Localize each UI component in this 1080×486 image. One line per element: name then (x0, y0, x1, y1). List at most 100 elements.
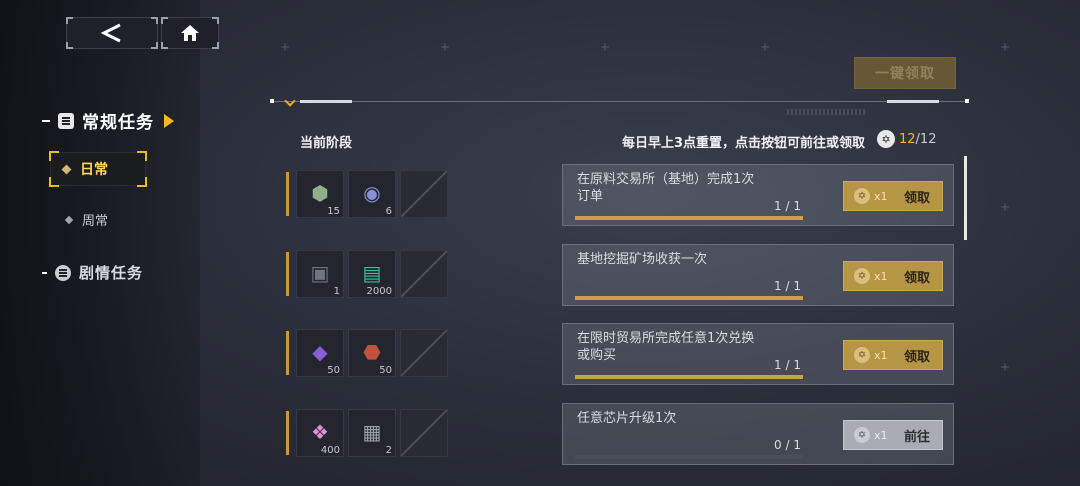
progress-total: /12 (915, 132, 937, 147)
pink-crystal-icon: ❖ (311, 420, 329, 444)
sidebar-category-story[interactable]: 剧情任务 (42, 262, 143, 283)
reward-item[interactable]: ❖ 400 (296, 409, 344, 457)
grid-plus-icon: + (440, 40, 451, 54)
empty-reward-slot (400, 409, 448, 457)
list-icon (58, 112, 74, 129)
token-amount: x1 (874, 428, 888, 442)
sidebar-item-label: 周常 (82, 214, 109, 229)
reward-qty: 2000 (366, 286, 392, 297)
grid-plus-icon: + (1000, 40, 1011, 54)
chip-01-icon: ▦ (362, 420, 382, 444)
task-row: ◆ 50 ⬣ 50 在限时贸易所完成任意1次兑换或购买 1 / 1 ✡ x1 领取 (286, 323, 956, 387)
activity-token-icon: ✡ (854, 268, 870, 284)
list-icon (55, 264, 71, 281)
activity-token-icon: ✡ (854, 427, 870, 443)
home-button[interactable] (161, 17, 219, 49)
row-accent (286, 331, 289, 375)
row-accent (286, 252, 289, 296)
button-label: 领取 (903, 270, 930, 286)
home-icon (181, 25, 199, 41)
lens-disc-icon: ◉ (363, 181, 381, 205)
sidebar-item-weekly[interactable]: 周常 (64, 210, 109, 229)
claim-button[interactable]: ✡ x1 领取 (843, 261, 943, 291)
back-arrow-icon (100, 23, 121, 43)
reward-item[interactable]: ⬣ 50 (348, 329, 396, 377)
task-description: 在原料交易所（基地）完成1次订单 (577, 172, 755, 204)
task-card: 任意芯片升级1次 0 / 1 ✡ x1 前往 (562, 403, 954, 465)
claim-button[interactable]: ✡ x1 领取 (843, 181, 943, 211)
button-label: 领取 (903, 349, 930, 365)
reward-item[interactable]: ◆ 50 (296, 329, 344, 377)
task-row: ⬢ 15 ◉ 6 在原料交易所（基地）完成1次订单 1 / 1 ✡ x1 领取 (286, 164, 956, 228)
diamond-icon (64, 215, 74, 224)
button-label: 前往 (903, 429, 930, 445)
sidebar-item-label: 日常 (80, 162, 108, 178)
reward-item[interactable]: ▦ 2 (348, 409, 396, 457)
task-description: 在限时贸易所完成任意1次兑换或购买 (577, 331, 755, 363)
grid-plus-icon: + (280, 40, 291, 54)
activity-progress: 12/12 (899, 132, 936, 147)
tech-crate-icon: ▣ (310, 261, 330, 285)
reward-qty: 50 (327, 365, 340, 376)
reward-item[interactable]: ▤ 2000 (348, 250, 396, 298)
task-card: 在原料交易所（基地）完成1次订单 1 / 1 ✡ x1 领取 (562, 164, 954, 226)
task-progress-bar (575, 296, 803, 300)
task-progress-text: 1 / 1 (774, 358, 801, 372)
purple-crystal-icon: ◆ (312, 340, 328, 364)
sidebar-category-label: 剧情任务 (79, 264, 144, 282)
empty-reward-slot (400, 250, 448, 298)
progress-done: 12 (899, 132, 916, 147)
task-card: 在限时贸易所完成任意1次兑换或购买 1 / 1 ✡ x1 领取 (562, 323, 954, 385)
empty-reward-slot (400, 170, 448, 218)
reward-item[interactable]: ⬢ 15 (296, 170, 344, 218)
claim-button[interactable]: ✡ x1 领取 (843, 340, 943, 370)
exp-card-icon: ▤ (362, 261, 382, 285)
sidebar-item-daily[interactable]: 日常 (49, 151, 147, 187)
diamond-icon (61, 164, 72, 174)
reward-qty: 15 (327, 206, 340, 217)
empty-reward-slot (400, 329, 448, 377)
task-progress-text: 0 / 1 (774, 438, 801, 452)
reward-qty: 50 (379, 365, 392, 376)
reset-info-text: 每日早上3点重置，点击按钮可前往或领取 (622, 136, 866, 151)
task-progress-bar (575, 455, 803, 459)
go-button[interactable]: ✡ x1 前往 (843, 420, 943, 450)
material-box-icon: ⬢ (311, 181, 329, 205)
current-stage-label: 当前阶段 (300, 136, 353, 151)
sidebar: 常规任务 日常 周常 剧情任务 (0, 0, 200, 486)
red-ore-icon: ⬣ (363, 340, 381, 364)
header-divider (270, 95, 969, 115)
token-amount: x1 (874, 348, 888, 362)
task-row: ❖ 400 ▦ 2 任意芯片升级1次 0 / 1 ✡ x1 前往 (286, 403, 956, 467)
scrollbar[interactable] (964, 156, 967, 240)
row-accent (286, 411, 289, 455)
activity-token-icon: ✡ (854, 188, 870, 204)
grid-plus-icon: + (1000, 200, 1011, 214)
row-accent (286, 172, 289, 216)
task-row: ▣ 1 ▤ 2000 基地挖掘矿场收获一次 1 / 1 ✡ x1 领取 (286, 244, 956, 308)
claim-all-button[interactable]: 一键领取 (854, 57, 956, 89)
sidebar-category-label: 常规任务 (82, 113, 154, 133)
task-progress-text: 1 / 1 (774, 199, 801, 213)
task-description: 任意芯片升级1次 (577, 411, 677, 426)
reward-item[interactable]: ◉ 6 (348, 170, 396, 218)
sidebar-category-regular[interactable]: 常规任务 (42, 108, 174, 133)
reward-qty: 2 (385, 445, 392, 456)
reward-item[interactable]: ▣ 1 (296, 250, 344, 298)
token-amount: x1 (874, 189, 888, 203)
task-progress-text: 1 / 1 (774, 279, 801, 293)
task-description: 基地挖掘矿场收获一次 (577, 252, 708, 267)
reward-qty: 400 (320, 445, 340, 456)
token-amount: x1 (874, 269, 888, 283)
grid-plus-icon: + (760, 40, 771, 54)
dash-marker (42, 119, 50, 122)
reward-qty: 6 (385, 206, 392, 217)
activity-token-icon: ✡ (877, 130, 895, 148)
button-label: 领取 (903, 190, 930, 206)
activity-token-icon: ✡ (854, 347, 870, 363)
back-button[interactable] (66, 17, 158, 49)
task-card: 基地挖掘矿场收获一次 1 / 1 ✡ x1 领取 (562, 244, 954, 306)
dash-marker (42, 271, 47, 274)
grid-plus-icon: + (1000, 360, 1011, 374)
grid-plus-icon: + (600, 40, 611, 54)
